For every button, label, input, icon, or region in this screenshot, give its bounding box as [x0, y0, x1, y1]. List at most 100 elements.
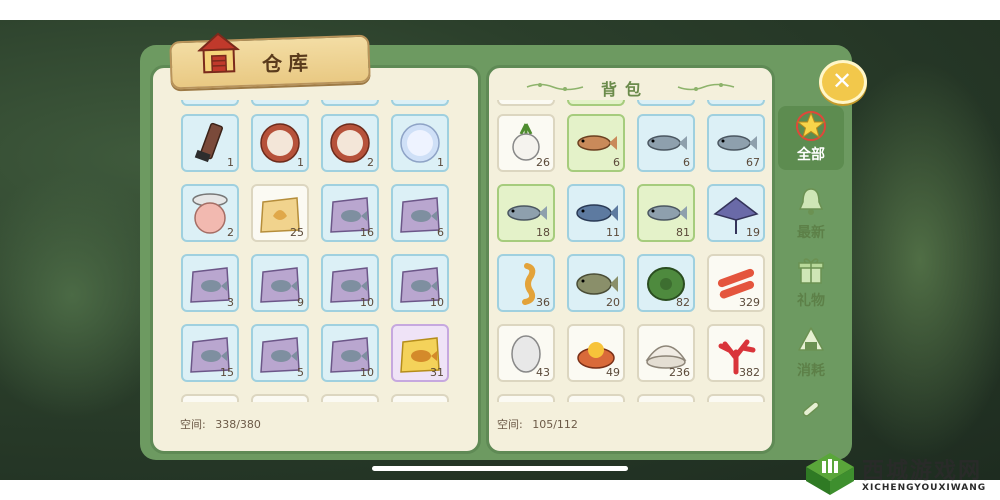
backpack-item-slot[interactable]: 382 — [707, 324, 765, 382]
tab-all[interactable]: 全部 — [778, 106, 844, 170]
backpack-partial-slot — [497, 394, 555, 402]
backpack-capacity-label: 空间: — [497, 418, 523, 431]
backpack-item-count: 18 — [536, 226, 550, 239]
warehouse-item-count: 15 — [220, 366, 234, 379]
backpack-item-count: 6 — [683, 156, 690, 169]
backpack-partial-slot — [637, 394, 695, 402]
warehouse-capacity-value: 338/380 — [215, 418, 261, 431]
tab-materials[interactable] — [778, 388, 844, 452]
close-button[interactable]: ✕ — [819, 60, 867, 104]
category-sidebar: 全部 最新 礼物 消耗 — [778, 100, 848, 445]
backpack-item-slot[interactable]: 11 — [567, 184, 625, 242]
warehouse-item-slot[interactable]: 6 — [391, 184, 449, 242]
warehouse-capacity: 空间: 338/380 — [180, 416, 261, 432]
warehouse-item-count: 1 — [227, 156, 234, 169]
warehouse-item-slot[interactable]: 15 — [181, 324, 239, 382]
warehouse-item-count: 1 — [297, 156, 304, 169]
home-indicator[interactable] — [372, 466, 628, 471]
tab-latest-label: 最新 — [797, 225, 825, 241]
warehouse-item-slot[interactable]: 10 — [391, 254, 449, 312]
backpack-item-count: 6 — [613, 156, 620, 169]
backpack-item-slot[interactable]: 67 — [707, 114, 765, 172]
watermark-logo-icon — [806, 453, 854, 495]
warehouse-item-slot[interactable]: 1 — [251, 114, 309, 172]
warehouse-partial-slot — [391, 100, 449, 106]
backpack-item-slot[interactable]: 43 — [497, 324, 555, 382]
tab-latest[interactable]: 最新 — [778, 182, 844, 246]
backpack-item-count: 49 — [606, 366, 620, 379]
warehouse-partial-slot — [321, 100, 379, 106]
warehouse-capacity-label: 空间: — [180, 418, 206, 431]
gift-icon — [798, 258, 824, 284]
tab-gift[interactable]: 礼物 — [778, 250, 844, 314]
backpack-item-count: 382 — [739, 366, 760, 379]
backpack-capacity: 空间: 105/112 — [497, 416, 578, 432]
warehouse-title: 仓库 — [261, 50, 315, 77]
tab-all-label: 全部 — [797, 147, 825, 163]
warehouse-item-slot[interactable]: 1 — [391, 114, 449, 172]
warehouse-item-count: 2 — [367, 156, 374, 169]
warehouse-item-slot[interactable]: 25 — [251, 184, 309, 242]
warehouse-partial-slot — [321, 394, 379, 402]
backpack-item-slot[interactable]: 26 — [497, 114, 555, 172]
warehouse-item-count: 10 — [360, 296, 374, 309]
backpack-item-count: 43 — [536, 366, 550, 379]
backpack-item-slot[interactable]: 6 — [567, 114, 625, 172]
warehouse-partial-slot — [251, 394, 309, 402]
backpack-item-count: 82 — [676, 296, 690, 309]
warehouse-partial-slot — [391, 394, 449, 402]
warehouse-item-slot[interactable]: 3 — [181, 254, 239, 312]
warehouse-item-slot[interactable]: 1 — [181, 114, 239, 172]
backpack-item-slot[interactable]: 329 — [707, 254, 765, 312]
backpack-item-count: 67 — [746, 156, 760, 169]
backpack-item-slot[interactable]: 81 — [637, 184, 695, 242]
warehouse-item-slot[interactable]: 31 — [391, 324, 449, 382]
warehouse-item-count: 5 — [297, 366, 304, 379]
watermark-text: 西城游戏网 — [862, 459, 983, 484]
backpack-item-slot[interactable]: 236 — [637, 324, 695, 382]
backpack-item-count: 329 — [739, 296, 760, 309]
backpack-item-slot[interactable]: 82 — [637, 254, 695, 312]
warehouse-partial-slot — [181, 100, 239, 106]
backpack-item-slot[interactable]: 6 — [637, 114, 695, 172]
warehouse-item-slot[interactable]: 9 — [251, 254, 309, 312]
warehouse-item-slot[interactable]: 5 — [251, 324, 309, 382]
backpack-partial-slot — [567, 394, 625, 402]
watermark-subtext: XICHENGYOUXIWANG — [862, 483, 987, 493]
scroll-icon — [802, 401, 820, 417]
warehouse-item-count: 2 — [227, 226, 234, 239]
house-icon — [196, 32, 241, 74]
backpack-item-count: 26 — [536, 156, 550, 169]
warehouse-item-count: 3 — [227, 296, 234, 309]
backpack-item-slot[interactable]: 36 — [497, 254, 555, 312]
rice-ball-icon — [798, 327, 824, 351]
warehouse-item-count: 10 — [360, 366, 374, 379]
backpack-partial-slot — [637, 100, 695, 106]
watermark: 西城游戏网 XICHENGYOUXIWANG — [800, 447, 1000, 500]
star-icon — [796, 111, 826, 141]
warehouse-item-slot[interactable]: 2 — [321, 114, 379, 172]
warehouse-item-count: 25 — [290, 226, 304, 239]
warehouse-item-slot[interactable]: 10 — [321, 324, 379, 382]
warehouse-item-slot[interactable]: 10 — [321, 254, 379, 312]
tab-gift-label: 礼物 — [797, 293, 825, 309]
backpack-partial-slot — [707, 100, 765, 106]
warehouse-item-count: 31 — [430, 366, 444, 379]
backpack-item-slot[interactable]: 19 — [707, 184, 765, 242]
vine-ornament-right-icon — [677, 83, 735, 91]
backpack-partial-slot — [497, 100, 555, 106]
close-icon: ✕ — [832, 67, 853, 95]
warehouse-item-count: 16 — [360, 226, 374, 239]
backpack-item-slot[interactable]: 20 — [567, 254, 625, 312]
backpack-item-slot[interactable]: 49 — [567, 324, 625, 382]
warehouse-item-slot[interactable]: 2 — [181, 184, 239, 242]
warehouse-item-count: 9 — [297, 296, 304, 309]
backpack-item-count: 236 — [669, 366, 690, 379]
tab-consumable[interactable]: 消耗 — [778, 320, 844, 384]
backpack-item-slot[interactable]: 18 — [497, 184, 555, 242]
backpack-partial-slot — [707, 394, 765, 402]
warehouse-title-banner: 仓库 — [169, 32, 371, 90]
warehouse-partial-slot — [251, 100, 309, 106]
warehouse-item-slot[interactable]: 16 — [321, 184, 379, 242]
backpack-partial-slot — [567, 100, 625, 106]
